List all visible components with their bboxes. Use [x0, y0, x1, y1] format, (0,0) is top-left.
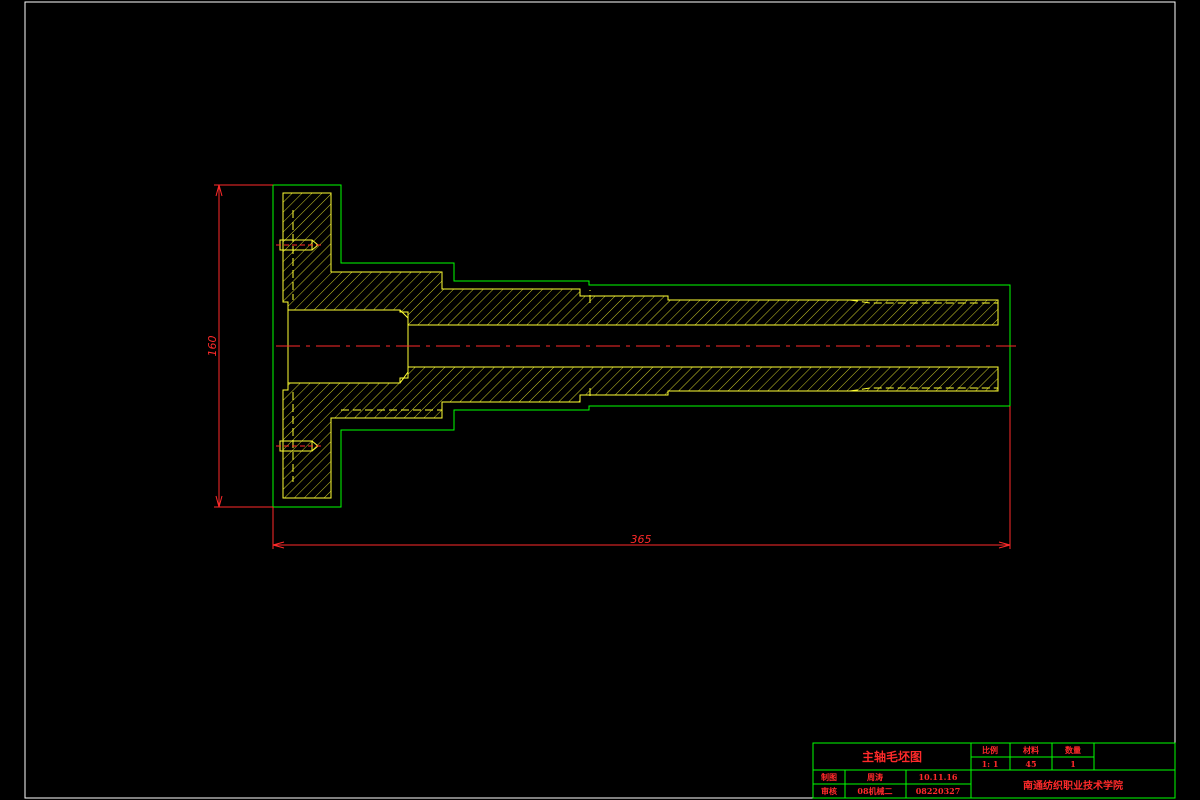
row-name: 周涛 [867, 772, 883, 782]
school-name: 南通纺织职业技术学院 [1023, 779, 1123, 792]
section-upper-hatch [282, 192, 999, 326]
drawing-border [24, 1, 1176, 799]
drawing-title: 主轴毛坯图 [862, 749, 922, 764]
row-role: 制图 [821, 772, 837, 782]
row-role: 审核 [821, 786, 837, 796]
header-scale: 比例 [982, 745, 998, 755]
section-lower-hatch [282, 366, 999, 499]
value-scale: 1: 1 [982, 759, 999, 769]
height-dimension [214, 184, 273, 508]
value-quantity: 1 [1070, 759, 1076, 769]
height-dimension-label: 160 [206, 336, 219, 357]
length-dimension-label: 365 [631, 533, 652, 546]
row-name: 08机械二 [857, 786, 892, 796]
cad-drawing: 160 365 主轴毛坯图 比例 材料 数量 1: 1 45 1 制图 周涛 1… [24, 1, 1176, 799]
length-dimension [272, 406, 1011, 549]
row-info: 10.11.16 [919, 772, 958, 782]
title-block: 主轴毛坯图 比例 材料 数量 1: 1 45 1 制图 周涛 10.11.16 … [812, 742, 1176, 799]
header-material: 材料 [1023, 745, 1039, 755]
row-info: 08220327 [916, 786, 961, 796]
header-quantity: 数量 [1065, 745, 1081, 755]
value-material: 45 [1025, 759, 1036, 769]
